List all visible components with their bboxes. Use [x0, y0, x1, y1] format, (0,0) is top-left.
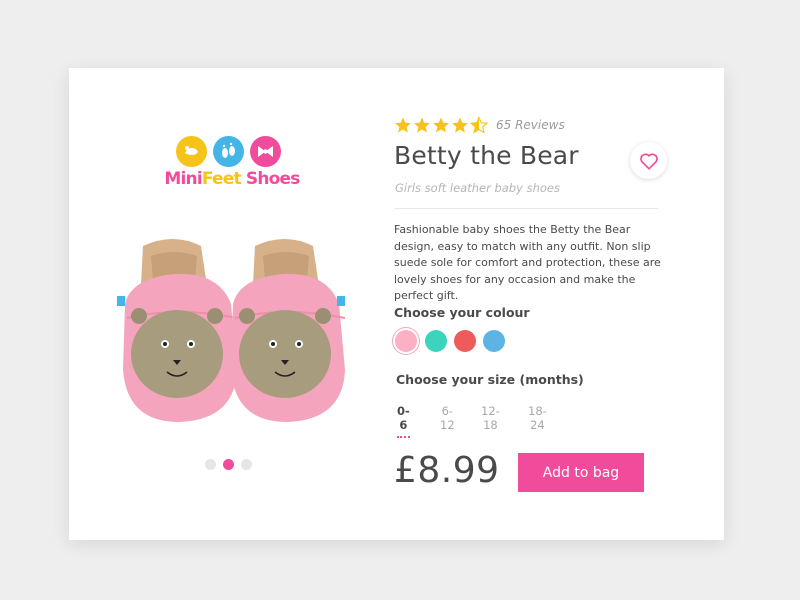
carousel-dot-1[interactable]: [205, 459, 216, 470]
size-option-12-18[interactable]: 12-18: [481, 404, 500, 436]
logo-wordmark: MiniFeet Shoes: [157, 169, 307, 189]
feet-icon: [213, 136, 244, 167]
bow-icon: [250, 136, 281, 167]
colour-swatch-teal[interactable]: [425, 330, 447, 352]
rattle-icon: [176, 136, 207, 167]
carousel-dot-3[interactable]: [241, 459, 252, 470]
product-title: Betty the Bear: [394, 141, 579, 170]
size-option-18-24[interactable]: 18-24: [528, 404, 547, 436]
logo-icons: [176, 136, 286, 168]
product-description: Fashionable baby shoes the Betty the Bea…: [394, 223, 661, 302]
left-shoe-image: [117, 239, 238, 422]
favourite-button[interactable]: [630, 142, 667, 179]
product-image: [115, 226, 346, 441]
star-icon: [433, 117, 449, 133]
right-shoe-image: [231, 239, 346, 422]
review-count[interactable]: 65 Reviews: [496, 118, 565, 132]
size-label: Choose your size (months): [396, 372, 584, 387]
colour-label: Choose your colour: [394, 305, 530, 320]
star-icon: [414, 117, 430, 133]
size-option-0-6[interactable]: 0-6: [397, 404, 410, 438]
size-option-6-12[interactable]: 6-12: [440, 404, 455, 436]
colour-swatch-pink[interactable]: [395, 330, 417, 352]
half-star-icon: [470, 116, 488, 134]
heart-icon: [639, 153, 658, 170]
product-price: £8.99: [394, 450, 500, 491]
add-to-bag-button[interactable]: Add to bag: [518, 453, 644, 492]
star-icon: [395, 117, 411, 133]
product-subtitle: Girls soft leather baby shoes: [395, 181, 560, 195]
star-icon: [452, 117, 468, 133]
product-rating: 65 Reviews: [394, 115, 565, 135]
logo-text-shoes: Shoes: [245, 169, 300, 189]
product-card: MiniFeet Shoes 65 Reviews Betty the Bear…: [69, 68, 724, 540]
divider: [394, 208, 658, 209]
logo-text-mini: Mini: [164, 169, 202, 189]
colour-swatch-blue[interactable]: [483, 330, 505, 352]
logo-text-feet: Feet: [201, 169, 242, 189]
star-rating: [394, 116, 488, 134]
carousel-dot-2[interactable]: [223, 459, 234, 470]
colour-swatch-red[interactable]: [454, 330, 476, 352]
brand-logo: MiniFeet Shoes: [157, 136, 307, 196]
